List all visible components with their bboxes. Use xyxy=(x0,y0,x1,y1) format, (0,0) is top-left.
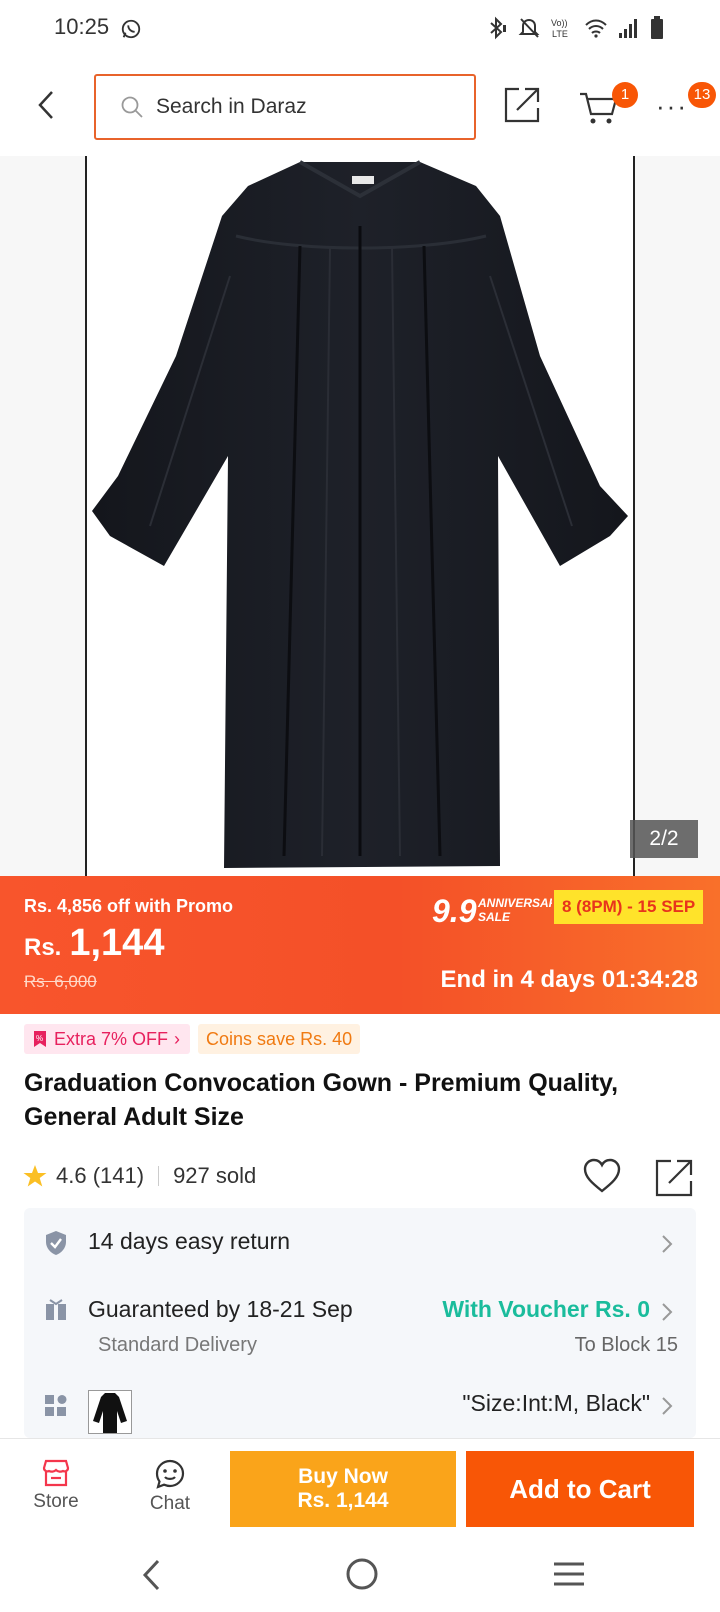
variant-thumbnail[interactable] xyxy=(88,1390,132,1434)
rating-row: 4.6 (141) 927 sold xyxy=(22,1158,702,1197)
chat-icon xyxy=(155,1459,185,1489)
chevron-right-icon xyxy=(662,1235,673,1253)
chat-button[interactable]: Chat xyxy=(132,1451,208,1527)
back-icon[interactable] xyxy=(30,88,64,122)
price-value: 1,144 xyxy=(69,922,165,964)
countdown-timer: End in 4 days 01:34:28 xyxy=(440,966,698,993)
voucher-icon: % xyxy=(34,1031,46,1047)
delivery-row[interactable]: Guaranteed by 18-21 Sep With Voucher Rs.… xyxy=(24,1278,696,1368)
bluetooth-icon xyxy=(490,16,506,40)
system-nav-bar xyxy=(0,1538,720,1612)
return-policy-row[interactable]: 14 days easy return xyxy=(24,1208,696,1278)
coins-chip[interactable]: Coins save Rs. 40 xyxy=(198,1024,361,1054)
search-placeholder: Search in Daraz xyxy=(156,95,307,118)
coins-label: Coins save Rs. 40 xyxy=(206,1028,353,1049)
sale-date-badge: 8 (8PM) - 15 SEP xyxy=(554,890,704,924)
nav-home-icon[interactable] xyxy=(344,1556,380,1592)
sold-count: 927 sold xyxy=(173,1163,257,1188)
signal-icon xyxy=(619,19,637,38)
battery-icon xyxy=(651,16,663,39)
status-icons: Vo)) LTE xyxy=(486,16,664,40)
price-currency: Rs. xyxy=(24,934,62,961)
current-price: Rs. 1,144 xyxy=(24,922,164,965)
wifi-icon xyxy=(585,19,607,38)
product-image xyxy=(92,160,628,868)
buy-now-label: Buy Now xyxy=(298,1465,388,1488)
divider xyxy=(158,1166,160,1186)
star-icon xyxy=(23,1165,47,1187)
store-icon xyxy=(42,1459,70,1487)
buy-now-button[interactable]: Buy Now Rs. 1,144 xyxy=(230,1451,456,1527)
svg-text:9.9: 9.9 xyxy=(432,893,477,928)
chevron-right-icon xyxy=(662,1397,673,1415)
selected-variant: "Size:Int:M, Black" xyxy=(462,1390,650,1416)
product-title: Graduation Convocation Gown - Premium Qu… xyxy=(24,1069,619,1131)
price-banner: Rs. 4,856 off with Promo Rs. 1,144 Rs. 6… xyxy=(0,876,720,1014)
status-time: 10:25 xyxy=(54,14,110,39)
promo-chips: % Extra 7% OFF › Coins save Rs. 40 xyxy=(24,1024,361,1054)
header: Search in Daraz 1 ··· 13 xyxy=(0,58,720,156)
more-options-icon[interactable]: ··· xyxy=(656,93,688,119)
gift-box-icon xyxy=(46,1299,66,1320)
volte-icon: Vo)) LTE xyxy=(551,18,568,39)
nav-recents-icon[interactable] xyxy=(552,1560,586,1588)
store-label: Store xyxy=(33,1491,79,1512)
add-to-cart-button[interactable]: Add to Cart xyxy=(466,1451,694,1527)
svg-text:SALE: SALE xyxy=(478,910,511,924)
svg-text:ANNIVERSARY: ANNIVERSARY xyxy=(477,896,552,910)
whatsapp-icon xyxy=(121,19,141,39)
rating-value[interactable]: 4.6 (141) xyxy=(56,1163,144,1189)
original-price: Rs. 6,000 xyxy=(24,972,97,991)
service-info-card: 14 days easy return Guaranteed by 18-21 … xyxy=(24,1208,696,1438)
cart-count-badge: 1 xyxy=(612,82,638,108)
svg-text:LTE: LTE xyxy=(552,29,568,39)
image-counter: 2/2 xyxy=(630,820,698,858)
anniversary-sale-logo: 9.9 ANNIVERSARY SALE xyxy=(432,893,552,928)
share-icon[interactable] xyxy=(503,86,541,124)
svg-text:Vo)): Vo)) xyxy=(551,18,568,28)
share-icon[interactable] xyxy=(654,1158,694,1198)
delivery-location: To Block 15 xyxy=(574,1334,678,1356)
shield-icon xyxy=(46,1231,66,1255)
search-icon xyxy=(121,96,143,118)
notification-count-badge: 13 xyxy=(688,82,716,108)
bottom-action-bar: Store Chat Buy Now Rs. 1,144 Add to Cart xyxy=(0,1438,720,1538)
variants-icon xyxy=(45,1395,67,1416)
search-input[interactable]: Search in Daraz xyxy=(94,74,476,140)
nav-back-icon[interactable] xyxy=(140,1558,164,1592)
chevron-right-icon: › xyxy=(174,1028,181,1049)
delivery-estimate: Guaranteed by 18-21 Sep xyxy=(88,1296,353,1322)
delivery-type: Standard Delivery xyxy=(98,1334,257,1356)
promo-text: Rs. 4,856 off with Promo xyxy=(24,896,234,916)
product-image-gallery[interactable]: 2/2 xyxy=(0,156,720,876)
status-bar: 10:25 Vo)) LTE xyxy=(0,0,720,58)
variant-row[interactable]: "Size:Int:M, Black" xyxy=(24,1368,696,1438)
heart-icon[interactable] xyxy=(582,1158,622,1194)
chat-label: Chat xyxy=(149,1493,191,1514)
extra-discount-label: Extra 7% OFF xyxy=(54,1028,169,1049)
svg-text:%: % xyxy=(36,1034,43,1043)
variant-image xyxy=(93,1393,127,1433)
mute-icon xyxy=(518,18,540,38)
return-policy-label: 14 days easy return xyxy=(88,1228,291,1254)
chevron-right-icon xyxy=(662,1303,673,1321)
extra-discount-chip[interactable]: % Extra 7% OFF › xyxy=(24,1024,191,1054)
buy-now-price: Rs. 1,144 xyxy=(297,1489,389,1512)
delivery-voucher: With Voucher Rs. 0 xyxy=(442,1296,650,1322)
store-button[interactable]: Store xyxy=(18,1451,94,1527)
